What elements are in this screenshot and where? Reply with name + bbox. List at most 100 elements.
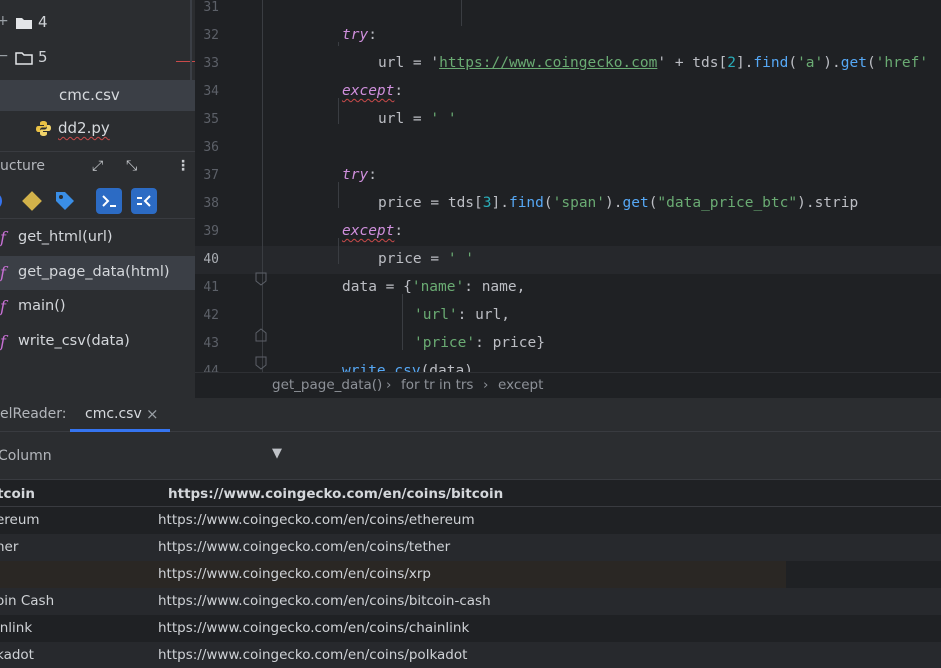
code-token: 'span' [552, 195, 606, 211]
table-cell: https://www.coingecko.com/en/coins/bitco… [158, 593, 491, 609]
table-cell: kadot [0, 647, 34, 663]
table-row[interactable]: ereum https://www.coingecko.com/en/coins… [0, 507, 941, 534]
code-line[interactable]: 33 url = 'https://www.coingecko.com' + td… [195, 50, 941, 78]
indent-guide [262, 0, 263, 372]
breadcrumb-item[interactable]: for tr in trs [401, 377, 473, 393]
collapse-icon[interactable]: − [0, 48, 9, 64]
code-token: : price} [475, 335, 545, 351]
table-row[interactable]: oin Cash https://www.coingecko.com/en/co… [0, 588, 941, 615]
line-number: 39 [203, 224, 219, 239]
breadcrumb-item[interactable]: get_page_data() [272, 377, 382, 393]
structure-item[interactable]: f main() [0, 290, 195, 324]
code-token: : name, [464, 279, 526, 295]
code-token: ]. [491, 195, 509, 211]
folder-label: 5 [38, 48, 48, 66]
code-line[interactable]: 42 'url': url, [195, 302, 941, 330]
fold-icon[interactable] [255, 328, 267, 342]
code-line[interactable]: 36 [195, 134, 941, 162]
code-token: ( [866, 55, 876, 71]
code-line[interactable]: 31 [195, 0, 941, 22]
line-number: 34 [203, 84, 219, 99]
breadcrumb-separator: › [386, 377, 392, 393]
structure-title: ucture [0, 158, 45, 174]
column-selector-label[interactable]: Column [0, 448, 52, 464]
breadcrumb-item[interactable]: except [498, 377, 543, 393]
sort-icon[interactable] [0, 192, 2, 210]
expand-icon[interactable]: + [0, 13, 9, 29]
tab-cmc-csv[interactable]: cmc.csv × [70, 398, 170, 432]
collapse-all-icon[interactable]: ⤡ [126, 158, 137, 174]
code-token: : url, [457, 307, 511, 323]
code-token: 'a' [797, 55, 824, 71]
structure-item-label: write_csv(data) [18, 333, 130, 349]
header-cell[interactable]: https://www.coingecko.com/en/coins/bitco… [168, 486, 503, 502]
expand-all-icon[interactable]: ⤢ [92, 158, 103, 174]
function-icon: f [0, 297, 6, 316]
indent-guide [338, 238, 339, 264]
structure-item[interactable]: f get_html(url) [0, 221, 195, 255]
code-line[interactable]: 35 url = ' ' [195, 106, 941, 134]
more-options-icon[interactable]: ⋮ [176, 158, 190, 174]
code-text: 'price': price} [414, 335, 545, 351]
table-cell: inlink [0, 620, 33, 636]
breadcrumb: get_page_data() › for tr in trs › except [195, 372, 941, 398]
code-line[interactable]: 32 try: [195, 22, 941, 50]
structure-item[interactable]: f write_csv(data) [0, 325, 195, 359]
folder-icon [16, 18, 32, 29]
code-line[interactable]: 44 write_csv(data) [195, 358, 941, 372]
python-icon [36, 121, 51, 136]
indent-guide [338, 182, 339, 208]
show-inherited-icon[interactable] [96, 188, 122, 214]
table-cell: https://www.coingecko.com/en/coins/polka… [158, 647, 468, 663]
code-token: data = { [342, 279, 412, 295]
code-token: (data) [420, 363, 473, 372]
chevron-down-icon[interactable]: ▼ [272, 446, 282, 461]
code-text: url = ' ' [378, 111, 457, 127]
table-cell: https://www.coingecko.com/en/coins/tethe… [158, 539, 451, 555]
code-text: write_csv(data) [342, 363, 473, 372]
code-line[interactable]: 37 try: [195, 162, 941, 190]
code-text: 'url': url, [414, 307, 510, 323]
code-text: try: [342, 167, 377, 183]
structure-item-selected[interactable]: f get_page_data(html) [0, 256, 195, 290]
tree-file-dd2-py[interactable]: dd2.py [0, 115, 195, 143]
code-token: write_csv [342, 363, 421, 372]
structure-item-label: main() [18, 298, 66, 314]
fold-icon[interactable] [255, 356, 267, 370]
table-cell: https://www.coingecko.com/en/coins/chain… [158, 620, 470, 636]
code-token: 3 [482, 195, 492, 211]
error-marker [176, 61, 195, 62]
table-row[interactable]: her https://www.coingecko.com/en/coins/t… [0, 534, 941, 561]
scroll-indicator [190, 0, 192, 80]
code-line[interactable]: 43 'price': price} [195, 330, 941, 358]
code-token: get [840, 55, 867, 71]
code-token: try [342, 27, 369, 43]
code-editor[interactable]: 31 32 try: 33 url = 'https://www.coingecko.c… [195, 0, 941, 372]
fold-icon[interactable] [255, 272, 267, 286]
line-number: 35 [203, 112, 219, 127]
code-line[interactable]: 40 price = ' ' [195, 246, 941, 274]
tree-folder-5[interactable]: − 5 [0, 45, 195, 71]
folder-open-icon [15, 52, 33, 65]
function-icon: f [0, 228, 6, 247]
close-icon[interactable]: × [146, 405, 159, 423]
tool-window-tabbar: elReader: cmc.csv × [0, 398, 941, 432]
code-line[interactable]: 38 price = tds[3].find('span').get("data_… [195, 190, 941, 218]
table-row[interactable]: kadot https://www.coingecko.com/en/coins… [0, 642, 941, 668]
header-cell[interactable]: tcoin [0, 486, 35, 502]
tree-folder-4[interactable]: + 4 [0, 10, 195, 36]
show-tags-icon[interactable] [52, 188, 78, 214]
table-row[interactable]: inlink https://www.coingecko.com/en/coin… [0, 615, 941, 642]
show-fields-icon[interactable] [19, 188, 45, 214]
code-token: ). [823, 55, 841, 71]
code-line[interactable]: 41 data = {'name': name, [195, 274, 941, 302]
code-token: ' + tds[ [657, 55, 728, 71]
code-token: ).strip [797, 195, 859, 211]
table-row[interactable]: https://www.coingecko.com/en/coins/xrp [0, 561, 941, 588]
line-number: 36 [203, 140, 219, 155]
show-members-icon[interactable] [131, 188, 157, 214]
code-line[interactable]: 34 except: [195, 78, 941, 106]
code-line[interactable]: 39 except: [195, 218, 941, 246]
function-icon: f [0, 263, 6, 282]
tree-file-cmc-csv[interactable]: cmc.csv [0, 80, 195, 111]
